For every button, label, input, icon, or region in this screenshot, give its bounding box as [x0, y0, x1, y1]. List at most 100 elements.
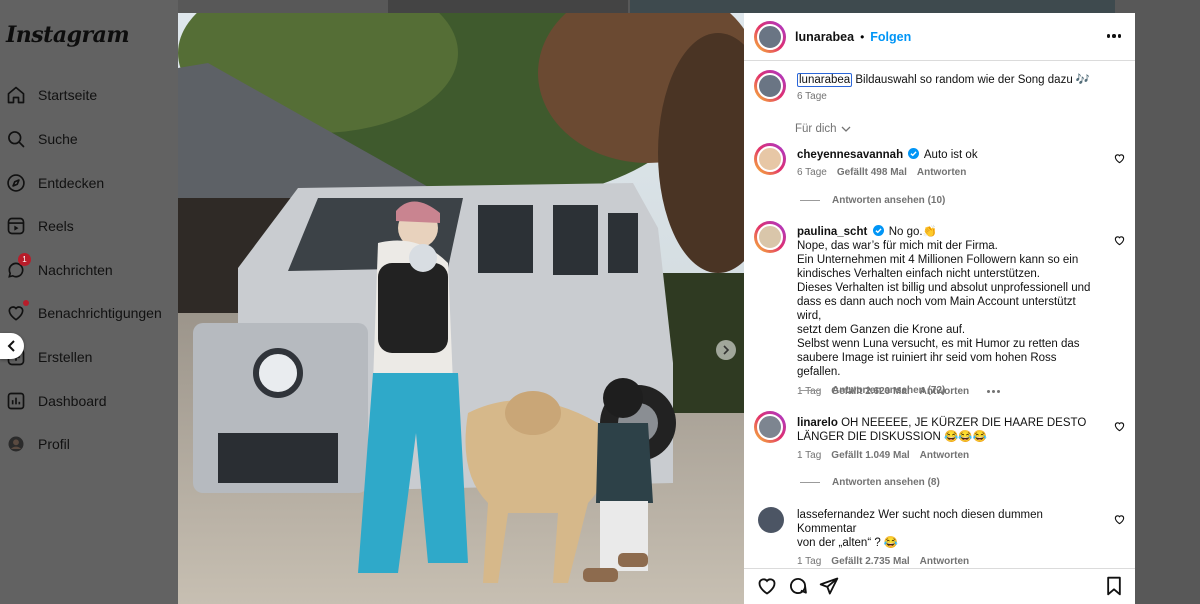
comment-icon[interactable]: [788, 576, 808, 596]
commenter-avatar[interactable]: [754, 221, 786, 253]
nav-label: Benachrichtigungen: [38, 305, 162, 321]
comment-likes[interactable]: Gefällt 498 Mal: [837, 167, 907, 178]
nav-explore[interactable]: Entdecken: [0, 168, 178, 198]
comment-text-line: Dieses Verhalten ist billig und absolut …: [797, 282, 1091, 294]
comment-item: paulina_scht No go.👏 Nope, das war’s für…: [754, 221, 1135, 397]
nav-label: Reels: [38, 218, 74, 234]
follow-button[interactable]: Folgen: [870, 30, 911, 44]
nav-label: Nachrichten: [38, 262, 113, 278]
comment-username[interactable]: linarelo: [797, 417, 838, 429]
reels-icon: [4, 214, 28, 238]
comment-text-line: von der „alten“ ? 😂: [797, 537, 899, 549]
notification-dot: [23, 300, 29, 306]
view-replies-label: Antworten ansehen (10): [832, 195, 946, 206]
comment-likes[interactable]: Gefällt 2.735 Mal: [831, 556, 909, 567]
comment-item: linarelo OH NEEEEE, JE KÜRZER DIE HAARE …: [754, 411, 1135, 461]
comment-time[interactable]: 1 Tag: [797, 556, 821, 567]
post-actions: [744, 568, 1135, 604]
reply-button[interactable]: Antworten: [917, 167, 966, 178]
post-detail-panel: lunarabea • Folgen lunarabea Bildauswahl…: [744, 13, 1135, 604]
comment-username[interactable]: cheyennesavannah: [797, 149, 903, 161]
commenter-avatar[interactable]: [758, 507, 784, 533]
commenter-avatar[interactable]: [754, 411, 786, 443]
comment-text-line: Nope, das war’s für mich mit der Firma.: [797, 240, 998, 252]
message-count-badge: 1: [18, 253, 31, 266]
nav-label: Profil: [38, 436, 70, 452]
author-avatar[interactable]: [754, 20, 786, 53]
home-icon: [4, 83, 28, 107]
heart-icon: [4, 300, 29, 325]
nav-dashboard[interactable]: Dashboard: [0, 386, 178, 416]
comment-text-line: Ein Unternehmen mit 4 Millionen Follower…: [797, 254, 1079, 266]
nav-search[interactable]: Suche: [0, 124, 178, 154]
author-username[interactable]: lunarabea: [795, 30, 854, 44]
like-heart-icon[interactable]: [1114, 235, 1125, 246]
comment-likes[interactable]: Gefällt 1.049 Mal: [831, 450, 909, 461]
compass-icon: [4, 171, 28, 195]
nav-create[interactable]: Erstellen: [0, 342, 178, 372]
instagram-logo[interactable]: Instagram: [6, 22, 130, 48]
share-icon[interactable]: [819, 576, 839, 596]
nav-notifications[interactable]: Benachrichtigungen: [0, 298, 178, 328]
more-options-icon[interactable]: [1106, 34, 1121, 38]
avatar-icon: [4, 432, 28, 456]
verified-badge-icon: [908, 148, 920, 159]
sort-label: Für dich: [795, 123, 837, 135]
comment-username[interactable]: paulina_scht: [797, 226, 867, 238]
author-avatar[interactable]: [754, 70, 786, 102]
caption: lunarabea Bildauswahl so random wie der …: [754, 70, 1135, 102]
next-image-button[interactable]: [716, 340, 736, 360]
like-heart-icon[interactable]: [1114, 421, 1125, 432]
view-replies-label: Antworten ansehen (72): [832, 385, 946, 396]
nav-label: Suche: [38, 131, 78, 147]
nav-label: Erstellen: [38, 349, 93, 365]
reply-button[interactable]: Antworten: [920, 450, 969, 461]
comment-text-line: setzt dem Ganzen die Krone auf.: [797, 324, 966, 336]
comment-text-line: dass es dann auch noch vom Main Account …: [797, 296, 1076, 322]
nav-label: Dashboard: [38, 393, 107, 409]
comment-username[interactable]: lassefernandez: [797, 509, 875, 521]
comment-time[interactable]: 1 Tag: [797, 450, 821, 461]
nav-label: Startseite: [38, 87, 98, 103]
comment-text-line: saubere Image ist ruiniert ihr seid vom …: [797, 352, 1057, 378]
nav-reels[interactable]: Reels: [0, 211, 178, 241]
like-heart-icon[interactable]: [757, 576, 777, 596]
comment-text-line: No go.👏: [888, 226, 937, 238]
comment-text-line: LÄNGER DIE DISKUSSION 😂😂😂: [797, 431, 987, 443]
sidebar: Instagram Startseite Suche Entdecken Ree…: [0, 0, 178, 604]
nav-label: Entdecken: [38, 175, 105, 191]
view-replies-button[interactable]: Antworten ansehen (8): [800, 477, 940, 488]
commenter-avatar[interactable]: [754, 143, 786, 175]
view-replies-button[interactable]: Antworten ansehen (10): [800, 195, 945, 206]
search-icon: [4, 127, 28, 151]
caption-text: Bildauswahl so random wie der Song dazu …: [855, 74, 1091, 86]
feed-preview: [388, 0, 628, 13]
comment-item: lassefernandez Wer sucht noch diesen dum…: [754, 507, 1135, 567]
post-image[interactable]: [178, 13, 744, 604]
bookmark-icon[interactable]: [1105, 576, 1123, 596]
nav-home[interactable]: Startseite: [0, 80, 178, 110]
comment-text-line: OH NEEEEE, JE KÜRZER DIE HAARE DESTO: [841, 417, 1087, 429]
reply-button[interactable]: Antworten: [920, 556, 969, 567]
dashboard-icon: [4, 389, 28, 413]
like-heart-icon[interactable]: [1114, 514, 1125, 525]
like-heart-icon[interactable]: [1114, 153, 1125, 164]
comment-text: Auto ist ok: [923, 149, 978, 161]
feed-preview: [630, 0, 1115, 13]
chevron-left-icon: [7, 340, 15, 352]
comment-text-line: kindisches Verhalten einfach nicht unter…: [797, 268, 1040, 280]
verified-badge-icon: [872, 225, 884, 236]
caption-time[interactable]: 6 Tage: [797, 91, 827, 102]
view-replies-button[interactable]: Antworten ansehen (72): [800, 385, 945, 396]
caption-username[interactable]: lunarabea: [797, 73, 853, 87]
nav-profile[interactable]: Profil: [0, 429, 178, 459]
separator-dot: •: [860, 29, 865, 44]
messenger-icon: 1: [4, 253, 31, 282]
view-replies-label: Antworten ansehen (8): [832, 477, 940, 488]
comment-options-icon[interactable]: [987, 390, 1001, 393]
sort-dropdown[interactable]: Für dich: [795, 123, 851, 135]
comment-time[interactable]: 6 Tage: [797, 167, 827, 178]
nav-messages[interactable]: 1 Nachrichten: [0, 253, 178, 285]
post-header: lunarabea • Folgen: [744, 13, 1135, 61]
comment-text-line: Selbst wenn Luna versucht, es mit Humor …: [797, 338, 1080, 350]
